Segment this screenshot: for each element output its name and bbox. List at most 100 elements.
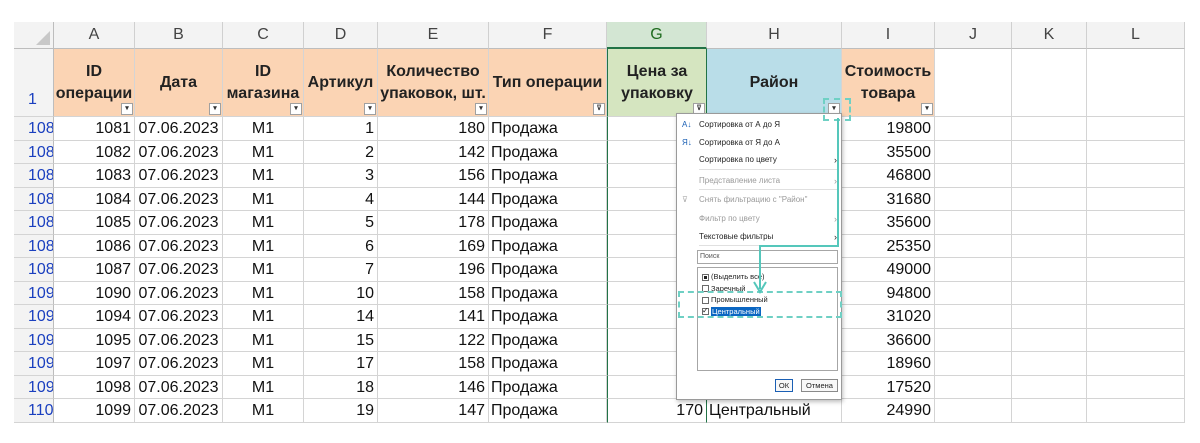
cell-d[interactable]: 5 <box>304 211 378 235</box>
cell-b[interactable]: 07.06.2023 <box>135 211 223 235</box>
empty-cell[interactable] <box>1087 399 1185 423</box>
column-header-i[interactable]: I <box>842 22 935 49</box>
cell-a[interactable]: 1094 <box>54 305 135 329</box>
empty-cell[interactable] <box>1087 352 1185 376</box>
empty-cell[interactable] <box>1012 375 1087 399</box>
cell-c[interactable]: M1 <box>223 258 304 282</box>
cell-c[interactable]: M1 <box>223 328 304 352</box>
empty-cell[interactable] <box>1012 164 1087 188</box>
cell-e[interactable]: 196 <box>378 258 489 282</box>
row-header[interactable]: 1086 <box>14 211 54 235</box>
cell-a[interactable]: 1098 <box>54 375 135 399</box>
empty-cell[interactable] <box>1087 234 1185 258</box>
cell-a[interactable]: 1097 <box>54 352 135 376</box>
cell-b[interactable]: 07.06.2023 <box>135 352 223 376</box>
cell-i[interactable]: 36600 <box>842 328 935 352</box>
empty-cell[interactable] <box>1087 187 1185 211</box>
empty-cell[interactable] <box>1012 140 1087 164</box>
row-header[interactable]: 1084 <box>14 164 54 188</box>
filter-dropdown-icon[interactable]: ▾ <box>121 103 133 115</box>
empty-cell[interactable] <box>1087 164 1185 188</box>
cell-e[interactable]: 180 <box>378 117 489 141</box>
column-header-e[interactable]: E <box>378 22 489 49</box>
empty-cell[interactable] <box>935 117 1012 141</box>
cell-i[interactable]: 18960 <box>842 352 935 376</box>
cell-c[interactable]: M1 <box>223 187 304 211</box>
cell-i[interactable]: 35500 <box>842 140 935 164</box>
filter-dropdown-icon[interactable]: ▾ <box>290 103 302 115</box>
cancel-button[interactable]: Отмена <box>801 379 838 392</box>
row-header[interactable]: 1100 <box>14 399 54 423</box>
select-all-corner[interactable] <box>14 22 54 49</box>
cell-i[interactable]: 17520 <box>842 375 935 399</box>
empty-cell[interactable] <box>1012 187 1087 211</box>
menu-item-0[interactable]: A↓ Сортировка от А до Я <box>677 117 841 133</box>
cell-c[interactable]: M1 <box>223 140 304 164</box>
cell-d[interactable]: 6 <box>304 234 378 258</box>
empty-cell[interactable] <box>1012 234 1087 258</box>
cell-e[interactable]: 169 <box>378 234 489 258</box>
cell-f[interactable]: Продажа <box>489 258 607 282</box>
cell-d[interactable]: 10 <box>304 281 378 305</box>
empty-cell[interactable] <box>1012 328 1087 352</box>
cell-f[interactable]: Продажа <box>489 305 607 329</box>
cell-e[interactable]: 122 <box>378 328 489 352</box>
cell-c[interactable]: M1 <box>223 211 304 235</box>
empty-cell[interactable] <box>935 234 1012 258</box>
filter-dropdown-icon[interactable]: ▾ <box>364 103 376 115</box>
empty-cell[interactable] <box>1012 305 1087 329</box>
empty-cell[interactable] <box>1087 281 1185 305</box>
empty-cell[interactable] <box>1087 258 1185 282</box>
cell-b[interactable]: 07.06.2023 <box>135 234 223 258</box>
filter-search-input[interactable]: Поиск <box>697 250 838 264</box>
cell-c[interactable]: M1 <box>223 375 304 399</box>
empty-cell[interactable] <box>1087 117 1185 141</box>
cell-i[interactable]: 19800 <box>842 117 935 141</box>
cell-d[interactable]: 4 <box>304 187 378 211</box>
cell-i[interactable]: 35600 <box>842 211 935 235</box>
empty-cell[interactable] <box>1087 140 1185 164</box>
cell-i[interactable]: 25350 <box>842 234 935 258</box>
empty-cell[interactable] <box>935 328 1012 352</box>
cell-d[interactable]: 3 <box>304 164 378 188</box>
filter-applied-icon[interactable]: ⊽ <box>593 103 605 115</box>
cell-f[interactable]: Продажа <box>489 352 607 376</box>
cell-i[interactable]: 31680 <box>842 187 935 211</box>
cell-h[interactable]: Центральный <box>707 399 842 423</box>
empty-cell[interactable] <box>1087 328 1185 352</box>
row-header[interactable]: 1091 <box>14 281 54 305</box>
empty-cell[interactable] <box>1012 352 1087 376</box>
cell-a[interactable]: 1084 <box>54 187 135 211</box>
cell-i[interactable]: 31020 <box>842 305 935 329</box>
empty-cell[interactable] <box>1012 211 1087 235</box>
column-header-a[interactable]: A <box>54 22 135 49</box>
cell-d[interactable]: 19 <box>304 399 378 423</box>
cell-f[interactable]: Продажа <box>489 328 607 352</box>
empty-cell[interactable] <box>935 164 1012 188</box>
cell-i[interactable]: 49000 <box>842 258 935 282</box>
cell-e[interactable]: 141 <box>378 305 489 329</box>
empty-cell[interactable] <box>935 258 1012 282</box>
row-header[interactable]: 1083 <box>14 140 54 164</box>
cell-f[interactable]: Продажа <box>489 375 607 399</box>
cell-d[interactable]: 17 <box>304 352 378 376</box>
column-header-g[interactable]: G <box>607 22 707 49</box>
column-header-l[interactable]: L <box>1087 22 1185 49</box>
menu-item-4[interactable]: ⊽ Снять фильтрацию с "Район" <box>677 192 841 208</box>
cell-d[interactable]: 18 <box>304 375 378 399</box>
cell-f[interactable]: Продажа <box>489 187 607 211</box>
cell-a[interactable]: 1086 <box>54 234 135 258</box>
filter-value-item[interactable]: (Выделить все) <box>702 271 765 283</box>
filter-dropdown-icon[interactable]: ▾ <box>209 103 221 115</box>
cell-e[interactable]: 144 <box>378 187 489 211</box>
cell-f[interactable]: Продажа <box>489 117 607 141</box>
row-header[interactable]: 1088 <box>14 258 54 282</box>
ok-button[interactable]: ОК <box>775 379 793 392</box>
empty-cell[interactable] <box>935 211 1012 235</box>
cell-c[interactable]: M1 <box>223 281 304 305</box>
cell-b[interactable]: 07.06.2023 <box>135 187 223 211</box>
empty-cell[interactable] <box>935 399 1012 423</box>
cell-c[interactable]: M1 <box>223 234 304 258</box>
checkbox[interactable] <box>702 273 709 281</box>
empty-cell[interactable] <box>1012 117 1087 141</box>
